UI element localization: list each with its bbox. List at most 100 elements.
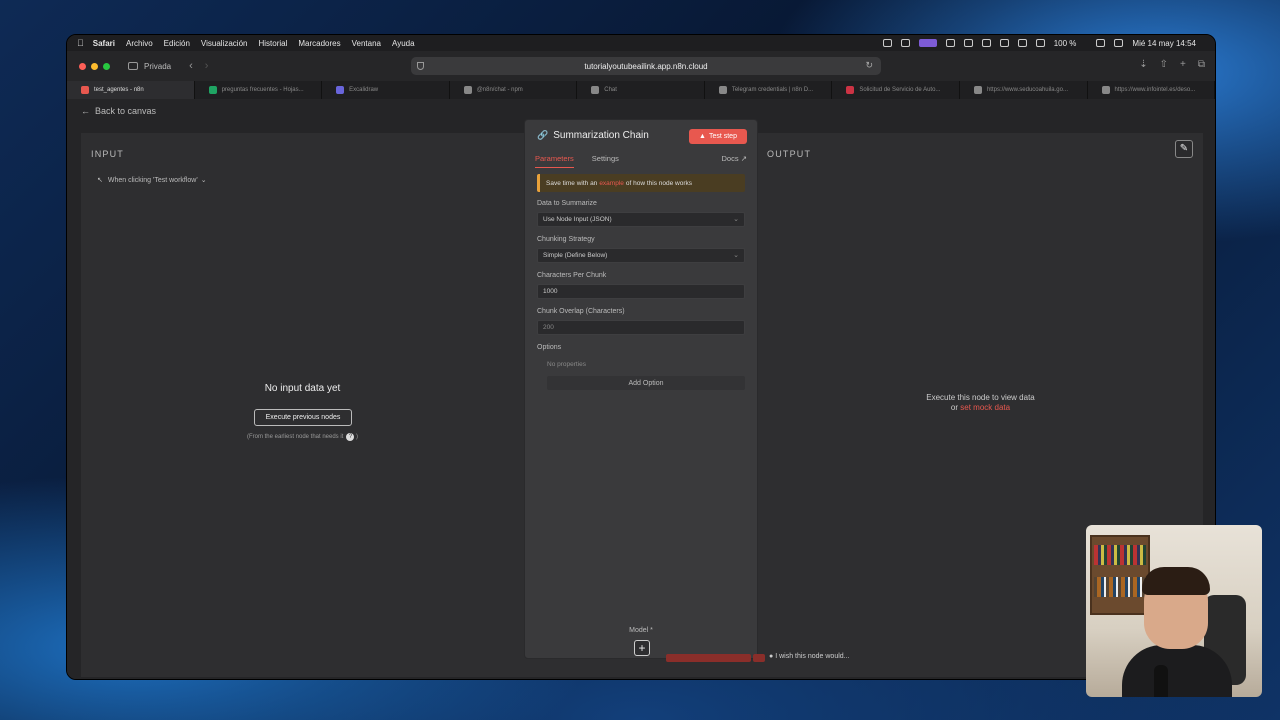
menu-ayuda[interactable]: Ayuda [392,39,415,48]
node-title[interactable]: 🔗 Summarization Chain [537,130,649,141]
zoom-window-button[interactable] [103,62,110,70]
menu-visualizacion[interactable]: Visualización [201,39,248,48]
menu-historial[interactable]: Historial [258,39,287,48]
url-text[interactable]: tutorialyoutubeailink.app.n8n.cloud [584,62,707,71]
chunking-strategy-select[interactable]: Simple (Define Below) ⌄ [537,248,745,263]
trigger-label: When clicking 'Test workflow' [107,176,198,184]
tab-label: https://www.seducoahuila.go... [986,87,1068,93]
share-icon[interactable]: ⇧ [1160,59,1168,70]
forward-arrow-icon[interactable]: › [205,60,209,72]
data-to-summarize-select[interactable]: Use Node Input (JSON) ⌄ [537,212,745,227]
browser-tab[interactable]: Solicitud de Servicio de Auto... [832,81,960,99]
no-properties-text: No properties [547,361,587,368]
browser-tab[interactable]: preguntas frecuentes - Hojas... [195,81,323,99]
tab-settings[interactable]: Settings [592,154,619,168]
output-message-text: Execute this node to view data [926,393,1035,402]
edit-output-button[interactable]: ✎ [1175,140,1193,158]
settings-icon[interactable] [981,39,991,47]
menu-edicion[interactable]: Edición [164,39,190,48]
status-icon[interactable] [882,39,892,47]
back-arrow-icon[interactable]: ‹ [189,60,193,72]
screen-record-icon[interactable] [918,39,937,47]
tab-label: https://www.infointel.es/deso... [1114,87,1196,93]
tab-label: preguntas frecuentes - Hojas... [221,87,304,93]
browser-tab[interactable]: Excalidraw [322,81,450,99]
arrow-left-icon: ← [81,106,90,116]
new-tab-icon[interactable]: + [1180,59,1186,70]
favicon-icon [81,86,89,94]
characters-per-chunk-input[interactable]: 1000 [537,284,745,299]
chunk-overlap-input[interactable]: 200 [537,320,745,335]
browser-tab[interactable]: Telegram credentials | n8n D... [705,81,833,99]
select-value: Simple (Define Below) [543,252,608,259]
field-label: Chunk Overlap (Characters) [537,308,625,315]
chevron-down-icon: ⌄ [733,252,739,259]
set-mock-data-link[interactable]: set mock data [960,403,1010,412]
chrome-icon[interactable] [900,39,910,47]
moon-icon[interactable] [999,39,1009,47]
menu-archivo[interactable]: Archivo [126,39,153,48]
input-node-selector[interactable]: ↖ When clicking 'Test workflow' ⌄ [91,173,213,187]
window-controls [79,62,110,70]
execute-step-bar-chevron[interactable] [753,654,765,662]
chevron-down-icon: ⌄ [733,216,739,223]
clock[interactable]: Mié 14 may 14:54 [1132,39,1196,48]
execute-step-bar[interactable] [666,654,751,662]
menu-ventana[interactable]: Ventana [352,39,381,48]
test-step-label: Test step [708,133,737,140]
address-bar[interactable]: tutorialyoutubeailink.app.n8n.cloud ↻ [411,57,881,75]
browser-tab[interactable]: @n8n/chat - npm [450,81,578,99]
screenshot-icon[interactable] [945,39,955,47]
webcam-overlay [1086,525,1262,697]
tab-overview-icon[interactable]: ⧉ [1198,59,1205,70]
example-link[interactable]: example [599,180,624,187]
safari-window:  Safari Archivo Edición Visualización H… [66,34,1216,680]
back-to-canvas-link[interactable]: ← Back to canvas [81,106,156,116]
sidebar-toggle-icon[interactable] [128,62,138,70]
add-option-button[interactable]: Add Option [547,376,745,390]
input-panel-title: INPUT [91,149,124,159]
minimize-window-button[interactable] [91,62,98,70]
input-hint-text: (From the earliest node that needs it [246,434,344,440]
favicon-icon [336,86,345,94]
output-panel-title: OUTPUT [767,149,812,159]
tab-parameters[interactable]: Parameters [535,154,574,168]
options-label: Options [537,344,562,351]
add-model-button[interactable]: + [634,640,650,656]
feedback-text: I wish this node would... [775,653,850,660]
field-label: Data to Summarize [537,200,597,207]
browser-tab[interactable]: Chat [577,81,705,99]
tab-label: Excalidraw [349,87,379,93]
browser-tab[interactable]: https://www.infointel.es/deso... [1088,81,1215,99]
n8n-page: ← Back to canvas INPUT ↖ When clicking 'Te… [67,99,1215,679]
execute-previous-nodes-button[interactable]: Execute previous nodes [254,409,352,426]
search-icon[interactable] [1114,39,1124,47]
tab-label: Telegram credentials | n8n D... [731,87,814,93]
tools-icon[interactable] [963,39,973,47]
select-value: Use Node Input (JSON) [543,216,612,223]
wifi-icon[interactable] [1096,39,1106,47]
person-hair [1142,567,1210,595]
volume-icon[interactable] [1017,39,1027,47]
apple-icon[interactable]:  [77,38,84,48]
node-title-text: Summarization Chain [553,130,649,141]
node-parameters-panel: 🔗 Summarization Chain ▲ Test step Paramete… [524,119,758,659]
test-step-button[interactable]: ▲ Test step [689,129,747,144]
favicon-icon [973,86,982,94]
docs-link[interactable]: Docs ↗ [722,154,747,163]
link-icon: 🔗 [537,130,549,140]
notice-text: of how this node works [625,179,693,187]
menu-marcadores[interactable]: Marcadores [298,39,340,48]
macos-menubar:  Safari Archivo Edición Visualización H… [67,35,1215,51]
favicon-icon [463,86,472,94]
feedback-link[interactable]: ● I wish this node would... [769,653,850,660]
battery-level[interactable]: 100 % [1054,39,1077,48]
browser-tab[interactable]: https://www.seducoahuila.go... [960,81,1088,99]
close-window-button[interactable] [79,62,86,70]
menu-app-name[interactable]: Safari [93,39,115,48]
model-label: Model * [629,627,653,634]
download-icon[interactable]: ⇣ [1139,59,1147,70]
browser-tab[interactable]: test_agentes - n8n [67,81,195,99]
bluetooth-icon[interactable] [1035,39,1045,47]
reload-icon[interactable]: ↻ [865,60,873,71]
